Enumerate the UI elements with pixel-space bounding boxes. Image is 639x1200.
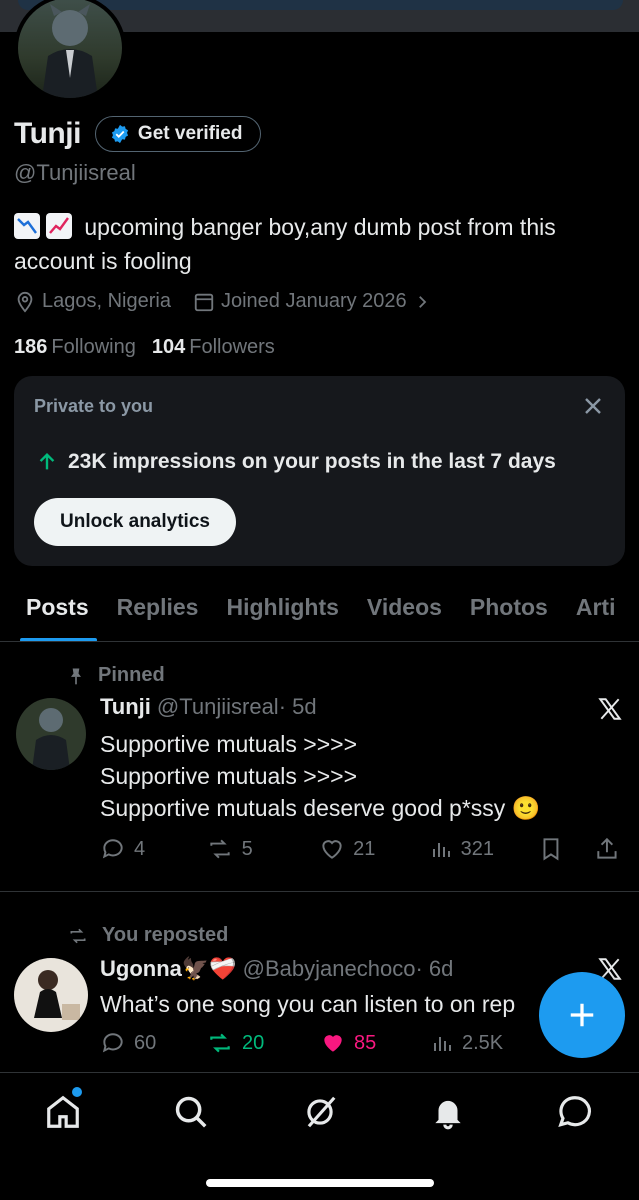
reply-icon	[102, 839, 123, 859]
post-line: Supportive mutuals >>>>	[100, 731, 357, 757]
profile-tabs: Posts Replies Highlights Videos Photos A…	[0, 588, 639, 642]
views-icon	[434, 1037, 451, 1051]
repost-button[interactable]: 5	[206, 836, 320, 862]
post-text: Supportive mutuals >>>> Supportive mutua…	[100, 728, 600, 824]
repost-icon	[210, 1033, 230, 1053]
heart-icon	[322, 840, 342, 859]
arrow-up-icon	[39, 452, 55, 470]
grok-icon[interactable]	[301, 1093, 339, 1131]
repost-button[interactable]: 20	[206, 1030, 320, 1056]
like-count: 21	[353, 837, 376, 860]
tab-posts[interactable]: Posts	[0, 588, 103, 641]
private-analytics-card: Private to you 23K impressions on your p…	[14, 376, 625, 566]
following-label: Following	[51, 336, 136, 358]
location-pin-icon	[17, 291, 33, 313]
tab-articles[interactable]: Arti	[562, 588, 630, 641]
post-item[interactable]: Pinned Tunji @Tunjiisreal · 5d Supportiv…	[0, 660, 639, 892]
followers-count: 104	[151, 336, 186, 358]
heart-icon	[324, 1035, 342, 1052]
repost-count: 5	[241, 837, 253, 860]
profile-avatar[interactable]	[14, 0, 126, 102]
post-item[interactable]: You reposted Ugonna🦅❤️‍🩹 @Babyjanechoco …	[0, 918, 639, 1068]
bookmark-icon[interactable]	[538, 836, 564, 862]
post-author-name[interactable]: Tunji	[100, 694, 151, 720]
tab-photos[interactable]: Photos	[456, 588, 562, 641]
messages-icon[interactable]	[556, 1093, 594, 1131]
avatar[interactable]	[16, 698, 86, 770]
profile-joined-date[interactable]: Joined January 2026	[193, 290, 431, 313]
tab-highlights[interactable]: Highlights	[212, 588, 352, 641]
post-time: · 5d	[278, 694, 317, 719]
post-text: What’s one song you can listen to on rep	[100, 988, 550, 1020]
post-author-handle[interactable]: @Tunjiisreal	[157, 694, 279, 720]
profile-bio: upcoming banger boy,any dumb post from t…	[14, 210, 619, 278]
views-button[interactable]: 2.5K	[430, 1031, 540, 1055]
views-icon	[432, 843, 450, 857]
compose-button[interactable]	[539, 972, 625, 1058]
following-link[interactable]: 186 Following	[14, 336, 136, 359]
post-line: What’s one song you can listen to on rep	[100, 991, 516, 1017]
notification-dot	[72, 1087, 82, 1097]
post-line: Supportive mutuals >>>>	[100, 763, 357, 789]
like-button[interactable]: 85	[320, 1030, 430, 1056]
reply-count: 60	[134, 1031, 157, 1054]
post-line: Supportive mutuals deserve good p*ssy 🙂	[100, 795, 541, 821]
repost-count: 20	[242, 1031, 265, 1054]
notifications-bell-icon[interactable]	[429, 1093, 467, 1131]
share-icon[interactable]	[594, 836, 620, 862]
views-count: 2.5K	[462, 1031, 504, 1054]
profile-display-name: Tunji	[14, 117, 81, 150]
impressions-text: 23K impressions on your posts in the las…	[68, 450, 556, 473]
avatar[interactable]	[14, 958, 88, 1032]
views-count: 321	[460, 837, 495, 860]
tab-videos[interactable]: Videos	[353, 588, 456, 641]
profile-handle: @Tunjiisreal	[14, 160, 136, 185]
get-verified-label: Get verified	[137, 123, 243, 144]
location-text: Lagos, Nigeria	[42, 290, 171, 312]
repost-icon	[70, 928, 86, 943]
plus-icon	[570, 1003, 594, 1027]
repost-icon	[209, 839, 230, 859]
reply-button[interactable]: 60	[100, 1030, 206, 1056]
like-count: 85	[354, 1031, 377, 1054]
like-button[interactable]: 21	[319, 836, 429, 862]
get-verified-button[interactable]: Get verified	[94, 116, 262, 152]
calendar-icon	[194, 293, 214, 311]
home-indicator	[206, 1179, 434, 1187]
x-logo-icon[interactable]	[597, 696, 623, 722]
followers-label: Followers	[189, 336, 275, 358]
views-button[interactable]: 321	[429, 837, 539, 861]
followers-link[interactable]: 104 Followers	[152, 336, 275, 359]
reply-button[interactable]: 4	[100, 836, 206, 862]
close-icon[interactable]	[581, 394, 605, 418]
following-count: 186	[14, 336, 48, 358]
verified-badge-icon	[111, 124, 129, 144]
joined-text: Joined January 2026	[220, 290, 407, 312]
post-time: · 6d	[415, 956, 454, 981]
bio-text: upcoming banger boy,any dumb post from t…	[14, 214, 556, 274]
profile-location: Lagos, Nigeria	[14, 290, 171, 313]
post-author-name[interactable]: Ugonna🦅❤️‍🩹	[100, 956, 237, 982]
search-icon[interactable]	[172, 1093, 210, 1131]
pin-icon	[71, 668, 81, 684]
reply-icon	[102, 1033, 123, 1053]
private-card-title: Private to you	[34, 396, 154, 416]
chart-decreasing-icon	[14, 213, 40, 239]
reply-count: 4	[134, 837, 146, 860]
post-context-label: You reposted	[102, 924, 229, 946]
post-author-handle[interactable]: @Babyjanechoco	[243, 956, 416, 982]
tab-replies[interactable]: Replies	[103, 588, 213, 641]
home-icon[interactable]	[44, 1093, 82, 1131]
bottom-navigation	[0, 1072, 639, 1200]
chart-increasing-icon	[46, 213, 72, 239]
post-context-label: Pinned	[98, 664, 165, 686]
chevron-right-icon	[418, 295, 426, 308]
unlock-analytics-button[interactable]: Unlock analytics	[34, 498, 236, 546]
